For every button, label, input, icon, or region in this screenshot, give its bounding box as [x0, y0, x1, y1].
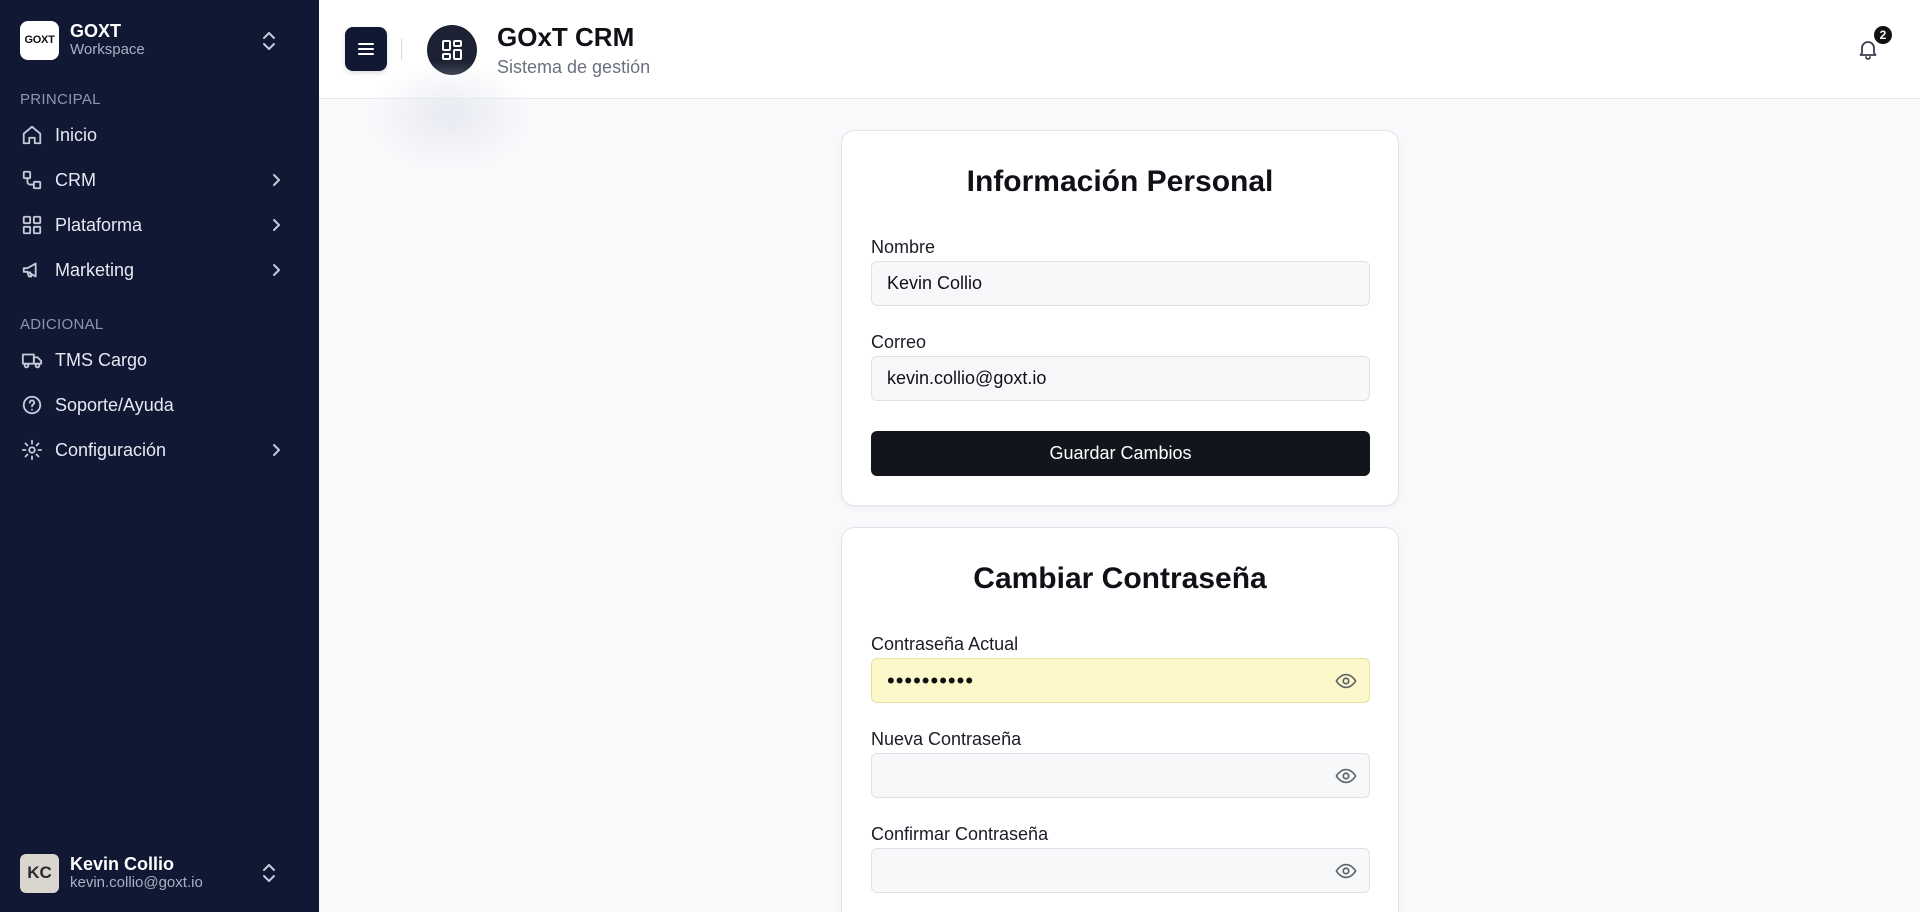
- chevron-right-icon: [273, 174, 280, 186]
- grid-icon: [20, 213, 44, 237]
- current-password-value: ••••••••••: [887, 667, 975, 693]
- workspace-switcher[interactable]: GOXT GOXT Workspace: [20, 20, 300, 60]
- name-field[interactable]: Kevin Collio: [871, 261, 1370, 306]
- menu-icon: [358, 43, 374, 55]
- sidebar-item-label: Soporte/Ayuda: [55, 394, 174, 415]
- eye-icon[interactable]: [1335, 766, 1357, 786]
- current-password-label: Contraseña Actual: [871, 634, 1019, 654]
- user-name: Kevin Collio: [70, 854, 175, 874]
- sidebar-item-configuracion[interactable]: Configuración: [10, 431, 300, 469]
- new-password-field[interactable]: [871, 753, 1370, 798]
- name-label: Nombre: [871, 237, 936, 257]
- card-title: Información Personal: [966, 165, 1274, 198]
- sidebar-item-label: Inicio: [55, 124, 98, 145]
- workspace-name: GOXT: [70, 21, 122, 41]
- avatar: KC: [20, 853, 59, 893]
- chevron-right-icon: [273, 444, 280, 456]
- chevrons-up-down-icon: [263, 32, 275, 50]
- new-password-label: Nueva Contraseña: [871, 729, 1022, 749]
- background-glow: [370, 60, 530, 170]
- current-password-field[interactable]: ••••••••••: [871, 658, 1370, 703]
- chevron-right-icon: [273, 264, 280, 276]
- sidebar-item-label: TMS Cargo: [55, 349, 148, 370]
- dashboard-icon: [442, 40, 462, 60]
- workspace-subtitle: Workspace: [70, 41, 145, 58]
- save-changes-button[interactable]: Guardar Cambios: [871, 431, 1370, 476]
- eye-icon[interactable]: [1335, 671, 1357, 691]
- chevrons-up-down-icon: [263, 864, 275, 882]
- confirm-password-label: Confirmar Contraseña: [871, 824, 1049, 844]
- sidebar-item-soporte[interactable]: Soporte/Ayuda: [10, 386, 300, 424]
- email-label: Correo: [871, 332, 927, 352]
- email-value: kevin.collio@goxt.io: [887, 368, 1047, 388]
- sidebar-item-plataforma[interactable]: Plataforma: [10, 206, 300, 244]
- sidebar-item-crm[interactable]: CRM: [10, 161, 300, 199]
- sidebar: GOXT GOXT Workspace PRINCIPAL Inicio CRM…: [0, 0, 319, 912]
- change-password-card: Cambiar Contraseña Contraseña Actual •••…: [841, 527, 1399, 912]
- confirm-password-field[interactable]: [871, 848, 1370, 893]
- sidebar-item-tms-cargo[interactable]: TMS Cargo: [10, 341, 300, 379]
- page-title: GOxT CRM: [497, 22, 635, 52]
- sidebar-item-label: Marketing: [55, 259, 135, 280]
- gear-icon: [20, 438, 44, 462]
- personal-info-card: Información Personal Nombre Kevin Collio…: [841, 130, 1399, 506]
- header-divider: [401, 38, 402, 60]
- truck-icon: [20, 348, 44, 372]
- workspace-logo: GOXT: [20, 20, 59, 60]
- section-label-adicional: ADICIONAL: [20, 316, 104, 333]
- sidebar-item-label: CRM: [55, 169, 96, 190]
- email-field[interactable]: kevin.collio@goxt.io: [871, 356, 1370, 401]
- chevron-right-icon: [273, 219, 280, 231]
- help-circle-icon: [20, 393, 44, 417]
- page-subtitle: Sistema de gestión: [497, 57, 651, 77]
- sidebar-item-label: Plataforma: [55, 214, 143, 235]
- sidebar-item-label: Configuración: [55, 439, 167, 460]
- user-menu[interactable]: KC Kevin Collio kevin.collio@goxt.io: [20, 852, 300, 894]
- megaphone-icon: [20, 258, 44, 282]
- name-value: Kevin Collio: [887, 273, 983, 293]
- top-header: GOxT CRM Sistema de gestión 2: [319, 0, 1920, 99]
- home-icon: [20, 123, 44, 147]
- eye-icon[interactable]: [1335, 861, 1357, 881]
- user-email: kevin.collio@goxt.io: [70, 874, 203, 891]
- sidebar-item-marketing[interactable]: Marketing: [10, 251, 300, 289]
- workflow-icon: [20, 168, 44, 192]
- sidebar-item-inicio[interactable]: Inicio: [10, 116, 300, 154]
- card-title: Cambiar Contraseña: [973, 562, 1267, 595]
- notification-badge: 2: [1874, 26, 1892, 44]
- menu-toggle-button[interactable]: [345, 27, 387, 71]
- section-label-principal: PRINCIPAL: [20, 91, 101, 108]
